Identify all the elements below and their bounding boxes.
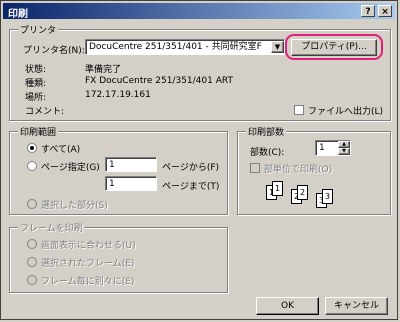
radio-pages-label: ページ指定(G) [41,163,100,173]
printer-name-value: DocuCentre 251/351/401 - 共同研究室F [89,42,262,52]
status-label: 状態: [25,65,47,75]
ok-button[interactable]: OK [256,297,319,315]
printer-name-select[interactable]: DocuCentre 251/351/401 - 共同研究室F [85,39,285,55]
spin-down-icon[interactable]: ▼ [338,148,350,155]
print-to-file-checkbox[interactable] [294,105,304,115]
comment-label: コメント: [25,107,65,117]
collate-page: 1 [272,181,283,196]
copies-label: 部数(C): [250,148,285,158]
collate-label: 部単位で印刷(O) [264,165,333,175]
status-value: 準備完了 [85,65,122,75]
from-page-input[interactable]: 1 [105,157,157,172]
radio-each-frame[interactable] [27,275,37,285]
to-page-label: ページまで(T) [162,182,220,192]
to-page-input[interactable]: 1 [105,176,157,191]
radio-selection[interactable] [27,199,37,209]
highlight-ellipse [285,34,383,60]
copies-title: 印刷部数 [246,125,287,138]
close-button[interactable]: × [378,5,392,17]
spin-up-icon[interactable]: ▲ [338,141,350,148]
type-value: FX DocuCentre 251/351/401 ART [85,76,233,86]
location-value: 172.17.19.161 [85,90,151,100]
location-label: 場所: [25,93,47,103]
cancel-button[interactable]: キャンセル [325,297,388,315]
collate-page: 3 [322,189,333,204]
print-range-title: 印刷範囲 [18,125,59,138]
collate-page: 2 [297,185,308,200]
type-label: 種類: [25,79,47,89]
radio-each-frame-label: フレーム毎に別々に(E) [41,277,135,287]
help-button[interactable]: ? [361,5,375,17]
radio-frame-as-shown[interactable] [27,239,37,249]
radio-selection-label: 選択した部分(S) [41,201,108,211]
radio-pages[interactable] [27,161,37,171]
radio-selected-frame-label: 選択されたフレーム(E) [41,259,135,269]
printer-name-label: プリンタ名(N): [23,46,85,56]
radio-selected-frame[interactable] [27,257,37,267]
print-dialog: 印刷 ? × プリンタ プリンタ名(N): DocuCentre 251/351… [0,0,398,320]
radio-all-label: すべて(A) [41,145,81,155]
collate-checkbox[interactable] [250,163,260,173]
window-title: 印刷 [8,9,28,20]
title-bar[interactable]: 印刷 ? × [3,3,395,20]
radio-frame-as-shown-label: 画面表示に合わせる(U) [41,241,136,251]
frames-title: フレームを印刷 [18,221,85,234]
chevron-down-icon[interactable]: ▼ [271,41,284,53]
from-page-label: ページから(F) [162,163,220,173]
printer-group-title: プリンタ [18,23,59,36]
print-to-file-label: ファイルへ出力(L) [308,107,384,117]
radio-all[interactable] [27,143,37,153]
